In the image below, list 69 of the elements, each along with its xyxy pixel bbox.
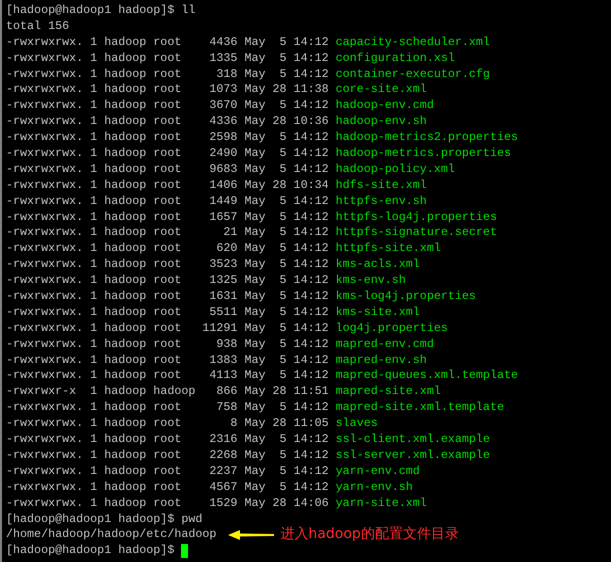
file-info: -rwxrwxrwx. 1 hadoop root 758 May 5 14:12 <box>6 400 329 416</box>
file-name: httpfs-site.xml <box>336 241 441 258</box>
shell-prompt: [hadoop@hadoop1 hadoop]$ <box>6 3 174 19</box>
file-name: hadoop-env.cmd <box>336 98 434 114</box>
file-name: kms-env.sh <box>336 273 406 290</box>
file-name: hadoop-metrics.properties <box>336 146 511 162</box>
file-name: mapred-queues.xml.template <box>336 368 518 384</box>
file-info: -rwxrwxrwx. 1 hadoop root 11291 May 5 14:12 <box>6 320 329 337</box>
file-info: -rwxrwxrwx. 1 hadoop root 2598 May 5 14:12 <box>6 130 329 146</box>
file-info: -rwxrwxr-x 1 hadoop hadoop 866 May 28 11:51 <box>6 384 329 400</box>
file-info: -rwxrwxrwx. 1 hadoop root 4436 May 5 14:12 <box>6 34 329 51</box>
file-name: hadoop-metrics2.properties <box>336 130 518 146</box>
shell-prompt: [hadoop@hadoop1 hadoop]$ <box>6 512 174 528</box>
file-info: -rwxrwxrwx. 1 hadoop root 1073 May 28 11:38 <box>6 82 329 98</box>
file-info: -rwxrwxrwx. 1 hadoop root 4567 May 5 14:12 <box>6 480 329 496</box>
file-info: -rwxrwxrwx. 1 hadoop root 5511 May 5 14:12 <box>6 304 329 321</box>
file-name: hdfs-site.xml <box>336 178 427 194</box>
file-name: mapred-env.sh <box>336 352 427 368</box>
file-name: kms-log4j.properties <box>336 289 476 305</box>
file-info: -rwxrwxrwx. 1 hadoop root 4113 May 5 14:12 <box>6 368 329 384</box>
file-name: httpfs-env.sh <box>336 194 427 210</box>
file-name: hadoop-policy.xml <box>336 162 455 178</box>
file-name: httpfs-log4j.properties <box>336 210 497 226</box>
file-name: kms-site.xml <box>336 304 420 321</box>
file-info: -rwxrwxrwx. 1 hadoop root 4336 May 28 10:36 <box>6 114 329 130</box>
command-text: ll <box>181 3 196 19</box>
file-name: httpfs-signature.secret <box>336 225 497 242</box>
output-text: /home/hadoop/hadoop/etc/hadoop <box>6 527 216 544</box>
file-info: -rwxrwxrwx. 1 hadoop root 8 May 28 11:05 <box>6 416 329 432</box>
file-info: -rwxrwxrwx. 1 hadoop root 2490 May 5 14:12 <box>6 146 329 162</box>
shell-prompt: [hadoop@hadoop1 hadoop]$ <box>6 543 174 560</box>
file-info: -rwxrwxrwx. 1 hadoop root 318 May 5 14:12 <box>6 66 329 82</box>
file-info: -rwxrwxrwx. 1 hadoop root 1449 May 5 14:12 <box>6 194 329 210</box>
file-name: mapred-env.cmd <box>336 336 434 353</box>
file-name: mapred-site.xml.template <box>336 400 504 416</box>
file-name: hadoop-env.sh <box>336 114 427 130</box>
file-name: mapred-site.xml <box>336 384 441 400</box>
file-name: ssl-server.xml.example <box>336 448 490 464</box>
file-name: ssl-client.xml.example <box>336 432 490 448</box>
file-info: -rwxrwxrwx. 1 hadoop root 2237 May 5 14:12 <box>6 464 329 480</box>
file-info: -rwxrwxrwx. 1 hadoop root 3670 May 5 14:12 <box>6 98 329 114</box>
file-info: -rwxrwxrwx. 1 hadoop root 938 May 5 14:12 <box>6 336 329 353</box>
file-name: capacity-scheduler.xml <box>336 34 490 51</box>
file-name: log4j.properties <box>336 320 448 337</box>
file-name: configuration.xsl <box>336 50 455 67</box>
file-info: -rwxrwxrwx. 1 hadoop root 3523 May 5 14:12 <box>6 257 329 274</box>
file-name: yarn-env.cmd <box>336 464 420 480</box>
file-info: -rwxrwxrwx. 1 hadoop root 1406 May 28 10:34 <box>6 178 329 194</box>
file-info: -rwxrwxrwx. 1 hadoop root 1657 May 5 14:12 <box>6 210 329 226</box>
file-name: kms-acls.xml <box>336 257 420 274</box>
file-info: -rwxrwxrwx. 1 hadoop root 2268 May 5 14:12 <box>6 448 329 464</box>
command-text: pwd <box>181 512 202 528</box>
file-info: -rwxrwxrwx. 1 hadoop root 1383 May 5 14:12 <box>6 352 329 368</box>
file-name: container-executor.cfg <box>336 66 490 82</box>
file-name: core-site.xml <box>336 82 427 98</box>
file-info: -rwxrwxrwx. 1 hadoop root 9683 May 5 14:12 <box>6 162 329 178</box>
file-info: -rwxrwxrwx. 1 hadoop root 1529 May 28 14:06 <box>6 496 329 512</box>
file-info: -rwxrwxrwx. 1 hadoop root 1325 May 5 14:12 <box>6 273 329 290</box>
file-name: slaves <box>336 416 378 432</box>
file-info: -rwxrwxrwx. 1 hadoop root 2316 May 5 14:12 <box>6 432 329 448</box>
file-info: -rwxrwxrwx. 1 hadoop root 1631 May 5 14:12 <box>6 289 329 305</box>
file-info: -rwxrwxrwx. 1 hadoop root 1335 May 5 14:12 <box>6 50 329 67</box>
arrow-icon <box>228 529 274 542</box>
file-info: -rwxrwxrwx. 1 hadoop root 620 May 5 14:12 <box>6 241 329 258</box>
annotation-text: 进入hadoop的配置文件目录 <box>280 527 459 544</box>
output-text: total 156 <box>6 18 70 35</box>
file-name: yarn-site.xml <box>336 496 427 512</box>
file-name: yarn-env.sh <box>336 480 413 496</box>
file-info: -rwxrwxrwx. 1 hadoop root 21 May 5 14:12 <box>6 225 329 242</box>
